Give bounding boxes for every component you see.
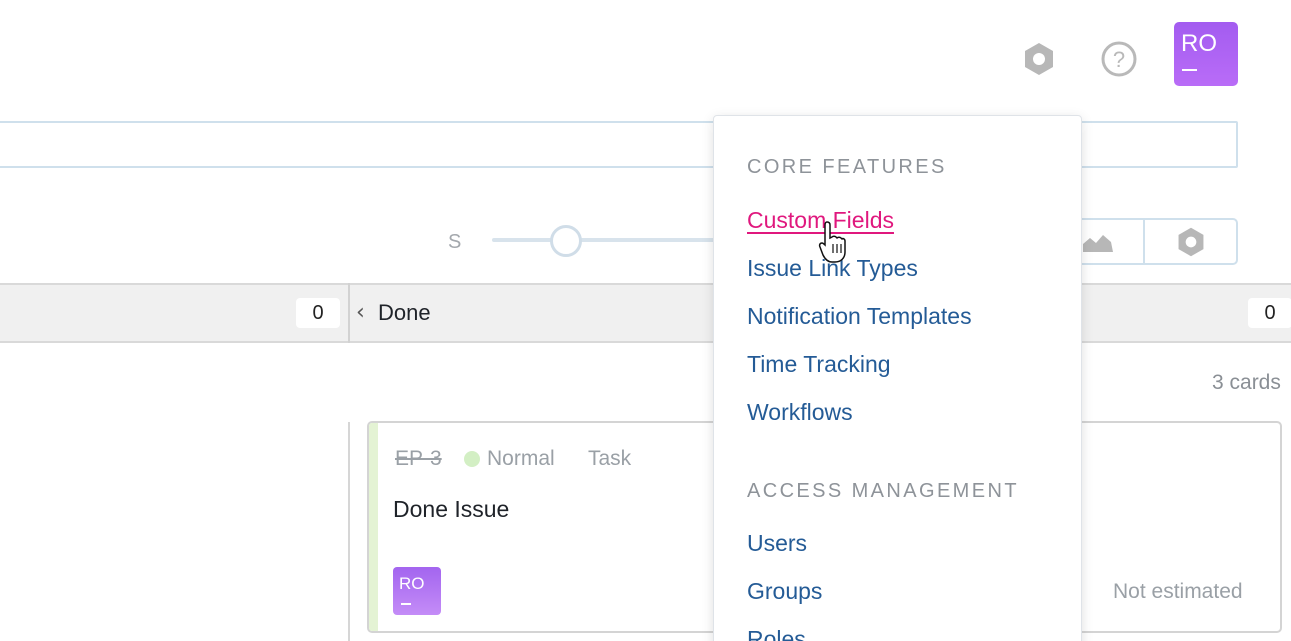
issue-estimate: Not estimated <box>1113 580 1243 603</box>
issue-priority: Normal <box>487 447 555 470</box>
menu-item-users[interactable]: Users <box>747 530 807 557</box>
issue-id[interactable]: EP-3 <box>395 447 442 471</box>
column-title-done: Done <box>378 300 431 325</box>
issue-title[interactable]: Done Issue <box>393 496 509 523</box>
user-avatar[interactable]: RO <box>1174 22 1238 86</box>
menu-section-access-management: ACCESS MANAGEMENT <box>747 480 1019 502</box>
menu-item-groups[interactable]: Groups <box>747 578 822 605</box>
card-color-stripe <box>369 423 378 631</box>
column-count-badge: 0 <box>296 298 340 328</box>
avatar-underline <box>1182 69 1197 71</box>
menu-item-custom-fields[interactable]: Custom Fields <box>747 207 894 234</box>
menu-item-notification-templates[interactable]: Notification Templates <box>747 303 972 330</box>
issue-type: Task <box>588 447 632 470</box>
menu-item-workflows[interactable]: Workflows <box>747 399 853 426</box>
gear-icon <box>1025 43 1053 75</box>
collapse-chevron-icon[interactable]: ‹ <box>356 300 365 325</box>
help-icon: ? <box>1101 41 1137 77</box>
swimlane-divider <box>348 422 350 641</box>
menu-item-roles[interactable]: Roles <box>747 626 806 641</box>
column-divider <box>348 283 350 343</box>
svg-text:?: ? <box>1113 47 1125 72</box>
cards-count: 3 cards <box>1212 371 1281 394</box>
settings-gear-icon[interactable] <box>1018 38 1060 80</box>
card-size-label: S <box>448 231 462 253</box>
menu-item-time-tracking[interactable]: Time Tracking <box>747 351 891 378</box>
help-button[interactable]: ? <box>1098 38 1140 80</box>
priority-dot-icon <box>464 451 480 467</box>
assignee-initials: RO <box>399 574 425 593</box>
menu-section-core-features: CORE FEATURES <box>747 156 947 178</box>
card-size-slider-thumb[interactable] <box>550 225 582 257</box>
avatar-underline <box>401 603 411 605</box>
board-settings-button[interactable] <box>1143 220 1236 263</box>
assignee-avatar[interactable]: RO <box>393 567 441 615</box>
gear-icon <box>1178 227 1203 256</box>
menu-item-issue-link-types[interactable]: Issue Link Types <box>747 255 918 282</box>
avatar-initials: RO <box>1181 30 1217 57</box>
column-header-bar <box>0 283 1291 343</box>
settings-dropdown-menu: CORE FEATURES Custom Fields Issue Link T… <box>713 115 1082 641</box>
column-count-badge: 0 <box>1248 298 1291 328</box>
card-size-slider-track[interactable] <box>492 238 732 242</box>
chart-icon <box>1082 234 1113 252</box>
